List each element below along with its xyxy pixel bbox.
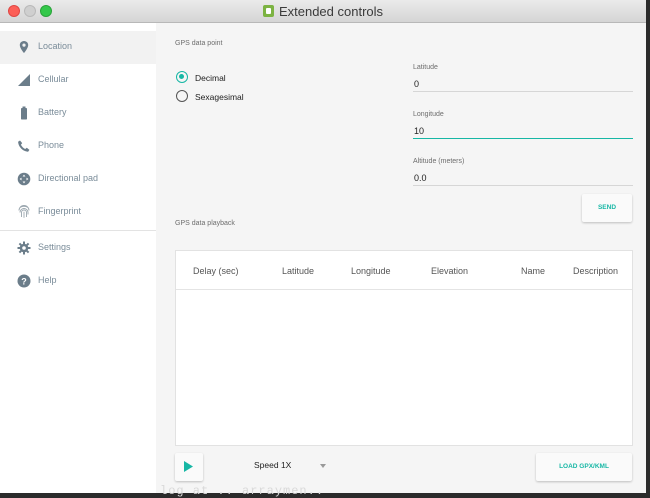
sidebar-item-directional-pad[interactable]: Directional pad: [0, 163, 156, 196]
sidebar-item-fingerprint[interactable]: Fingerprint: [0, 196, 156, 229]
extended-controls-window: Extended controls Location Cellular Batt…: [0, 0, 646, 493]
gps-data-point-heading: GPS data point: [175, 40, 223, 47]
sidebar-item-location[interactable]: Location: [0, 31, 156, 64]
sexagesimal-radio-label[interactable]: Sexagesimal: [195, 92, 244, 102]
sidebar-item-label: Location: [38, 41, 73, 51]
window-title-text: Extended controls: [278, 4, 384, 19]
latitude-label: Latitude: [413, 64, 438, 71]
sidebar-divider: [0, 230, 156, 231]
sidebar-item-phone[interactable]: Phone: [0, 130, 156, 163]
sidebar-item-cellular[interactable]: Cellular: [0, 64, 156, 97]
gps-playback-table: Delay (sec) Latitude Longitude Elevation…: [175, 250, 633, 446]
gps-data-playback-heading: GPS data playback: [175, 220, 235, 227]
sidebar-item-label: Fingerprint: [38, 206, 82, 216]
sidebar: Location Cellular Battery Phone Directio…: [0, 23, 156, 493]
column-header-name[interactable]: Name: [521, 266, 545, 276]
column-header-latitude[interactable]: Latitude: [282, 266, 314, 276]
longitude-label: Longitude: [413, 111, 444, 118]
sexagesimal-radio[interactable]: [176, 90, 188, 102]
sidebar-item-label: Battery: [38, 107, 67, 117]
sidebar-item-label: Cellular: [38, 74, 69, 84]
sidebar-item-label: Settings: [38, 242, 71, 252]
location-pin-icon: [19, 41, 29, 53]
speed-value: Speed 1X: [254, 460, 292, 470]
decimal-radio-label[interactable]: Decimal: [195, 73, 226, 83]
battery-icon: [21, 106, 27, 120]
app-icon: [262, 5, 274, 17]
sidebar-item-label: Directional pad: [38, 173, 99, 183]
phone-icon: [18, 140, 30, 152]
sidebar-item-battery[interactable]: Battery: [0, 97, 156, 130]
play-icon: [184, 461, 193, 472]
table-header-divider: [176, 289, 632, 290]
help-icon: ?: [17, 274, 31, 288]
sidebar-item-help[interactable]: ? Help: [0, 265, 156, 298]
speed-dropdown[interactable]: Speed 1X: [253, 458, 331, 474]
fingerprint-icon: [18, 205, 30, 218]
sidebar-item-label: Help: [38, 275, 57, 285]
svg-text:?: ?: [21, 276, 27, 286]
sidebar-item-label: Phone: [38, 140, 65, 150]
location-panel: GPS data point Decimal Sexagesimal Latit…: [156, 23, 646, 493]
column-header-longitude[interactable]: Longitude: [351, 266, 391, 276]
title-bar: Extended controls: [0, 0, 646, 23]
latitude-input[interactable]: [413, 78, 633, 92]
send-button[interactable]: SEND: [582, 194, 632, 222]
column-header-elevation[interactable]: Elevation: [431, 266, 468, 276]
longitude-input[interactable]: [413, 125, 633, 139]
altitude-label: Altitude (meters): [413, 158, 465, 165]
sidebar-item-settings[interactable]: Settings: [0, 232, 156, 265]
load-gpx-kml-button[interactable]: LOAD GPX/KML: [536, 453, 632, 481]
altitude-input[interactable]: [413, 172, 633, 186]
dpad-icon: [17, 172, 31, 186]
chevron-down-icon: [320, 464, 326, 468]
column-header-description[interactable]: Description: [573, 266, 618, 276]
signal-icon: [18, 74, 30, 86]
column-header-delay[interactable]: Delay (sec): [193, 266, 239, 276]
gear-icon: [17, 241, 31, 255]
play-button[interactable]: [175, 453, 203, 481]
window-title: Extended controls: [0, 4, 646, 19]
decimal-radio[interactable]: [176, 71, 188, 83]
